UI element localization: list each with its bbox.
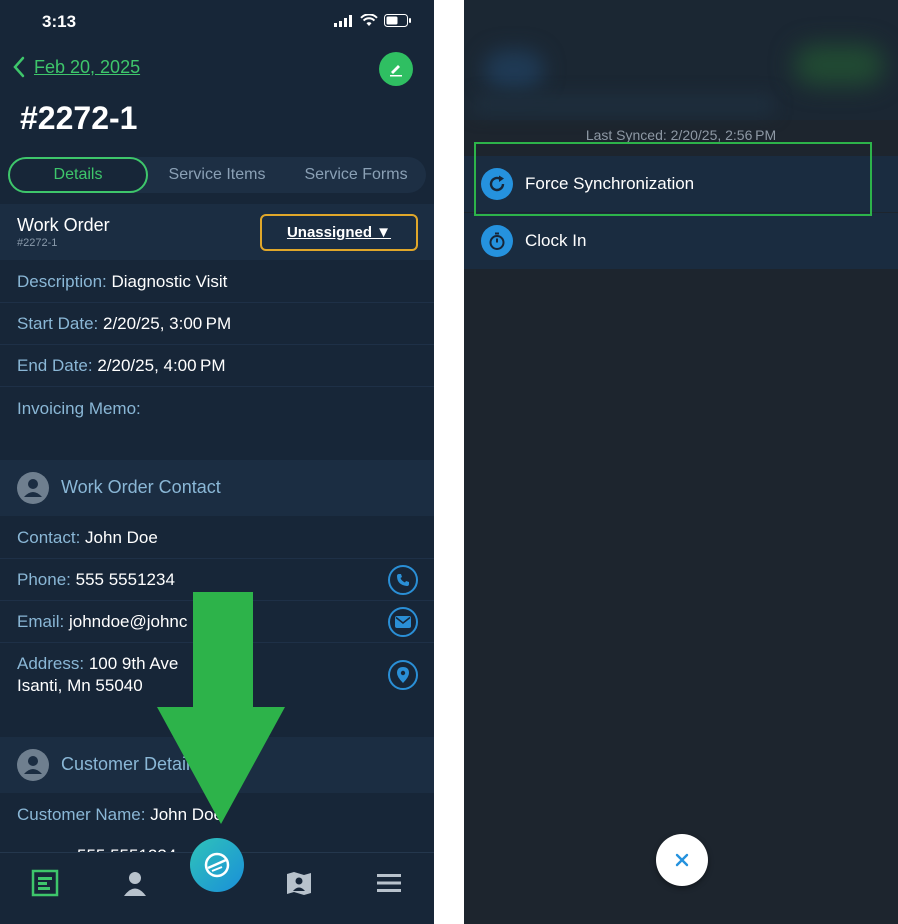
blurred-background [464, 0, 898, 120]
sync-icon [204, 852, 230, 878]
description-field: Description: Diagnostic Visit [17, 272, 227, 292]
wifi-icon [360, 14, 378, 26]
address-field: Address: 100 9th Ave [17, 654, 178, 674]
edit-button[interactable] [379, 52, 413, 86]
divider [0, 386, 434, 387]
email-label: Email: [17, 612, 65, 631]
phone-icon [397, 574, 409, 586]
person-icon[interactable] [119, 867, 151, 899]
customer-name-label: Customer Name: [17, 805, 146, 824]
contact-value: John Doe [85, 528, 158, 547]
invoicing-memo-label: Invoicing Memo: [17, 399, 141, 418]
status-bar: 3:13 [0, 0, 434, 46]
end-date-field: End Date: 2/20/25, 4:00 PM [17, 356, 226, 376]
tab-service-forms[interactable]: Service Forms [294, 157, 418, 193]
work-order-title: Work Order [17, 215, 110, 235]
divider [0, 344, 434, 345]
work-order-screen: 3:13 Feb 20, 2025 #2272-1 Details Servic… [0, 0, 434, 924]
annotation-arrow-down [157, 592, 285, 824]
email-button[interactable] [388, 607, 418, 637]
annotation-highlight-box [474, 142, 872, 216]
address-line2: Isanti, Mn 55040 [17, 676, 143, 695]
envelope-icon [395, 616, 411, 628]
close-button[interactable] [656, 834, 708, 886]
back-link[interactable]: Feb 20, 2025 [12, 56, 140, 78]
last-synced-text: Last Synced: 2/20/25, 2:56 PM [585, 127, 777, 143]
invoicing-memo-field: Invoicing Memo: [17, 399, 141, 419]
pencil-icon [390, 65, 402, 77]
map-icon[interactable] [283, 867, 315, 899]
screenshot-divider [434, 0, 464, 924]
phone-value: 555 5551234 [75, 570, 175, 589]
close-icon [675, 853, 689, 867]
map-pin-button[interactable] [388, 660, 418, 690]
schedule-icon[interactable] [29, 867, 61, 899]
start-date-value: 2/20/25, 3:00 PM [103, 314, 232, 333]
back-date[interactable]: Feb 20, 2025 [34, 57, 140, 78]
contact-field: Contact: John Doe [17, 528, 158, 548]
divider [0, 558, 434, 559]
assignment-dropdown[interactable]: Unassigned ▼ [260, 214, 418, 251]
map-pin-icon [397, 667, 409, 683]
phone-field: Phone: 555 5551234 [17, 570, 175, 590]
menu-icon[interactable] [373, 867, 405, 899]
description-value: Diagnostic Visit [111, 272, 228, 291]
phone-label: Phone: [17, 570, 71, 589]
person-icon [17, 472, 49, 504]
start-date-field: Start Date: 2/20/25, 3:00 PM [17, 314, 231, 334]
end-date-value: 2/20/25, 4:00 PM [97, 356, 226, 375]
tab-details[interactable]: Details [8, 157, 148, 193]
start-date-label: Start Date: [17, 314, 99, 333]
work-order-number: #2272-1 [17, 237, 58, 249]
status-time: 3:13 [42, 12, 77, 31]
sync-menu-screen: Last Synced: 2/20/25, 2:56 PM Force Sync… [464, 0, 898, 924]
battery-icon [384, 14, 411, 27]
signal-icon [334, 14, 352, 27]
work-order-contact-header: Work Order Contact [0, 460, 434, 516]
work-order-row: Work Order #2272-1 Unassigned ▼ [0, 204, 434, 260]
divider [0, 302, 434, 303]
chevron-left-icon [13, 56, 25, 78]
clock-in-label: Clock In [525, 231, 587, 250]
address-label: Address: [17, 654, 85, 673]
status-icons [334, 14, 412, 27]
stopwatch-icon [481, 225, 513, 257]
end-date-label: End Date: [17, 356, 93, 375]
clock-in-item[interactable]: Clock In [464, 213, 898, 269]
phone-call-button[interactable] [388, 565, 418, 595]
sync-button[interactable] [190, 838, 244, 892]
person-icon [17, 749, 49, 781]
contact-label: Contact: [17, 528, 81, 547]
description-label: Description: [17, 272, 107, 291]
page-title: #2272-1 [20, 100, 138, 136]
section-title: Work Order Contact [61, 477, 221, 497]
tab-bar: Details Service Items Service Forms [8, 157, 426, 193]
tab-service-items[interactable]: Service Items [158, 157, 276, 193]
